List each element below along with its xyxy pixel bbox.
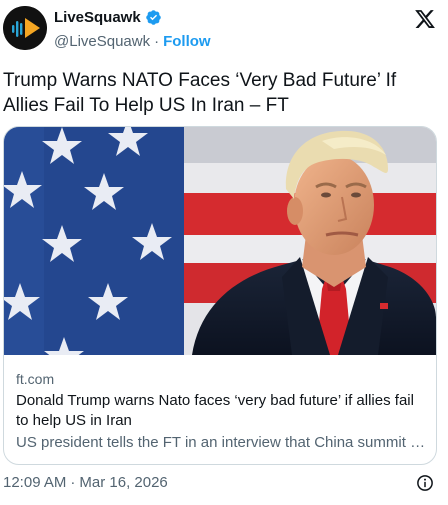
follow-button[interactable]: Follow — [163, 33, 211, 50]
author-handle[interactable]: @LiveSquawk — [54, 33, 150, 50]
author-display-name[interactable]: LiveSquawk — [54, 9, 141, 26]
tweet-embed: LiveSquawk @LiveSquawk · Follow Trump Wa… — [0, 0, 448, 505]
tweet-time[interactable]: 12:09 AM — [3, 474, 66, 491]
timestamp-separator: · — [70, 474, 76, 491]
card-domain: ft.com — [16, 371, 55, 387]
tweet-timestamp[interactable]: 12:09 AM · Mar 16, 2026 — [3, 474, 168, 491]
author-name-row[interactable]: LiveSquawk — [54, 9, 162, 26]
card-image[interactable] — [4, 127, 436, 355]
link-preview-card[interactable]: ft.com Donald Trump warns Nato faces ‘ve… — [3, 126, 437, 465]
verified-badge-icon — [145, 10, 161, 25]
card-title[interactable]: Donald Trump warns Nato faces ‘very bad … — [16, 391, 428, 431]
handle-separator: · — [154, 33, 160, 50]
livesquawk-play-logo-icon — [3, 6, 47, 50]
tweet-date[interactable]: Mar 16, 2026 — [79, 474, 167, 491]
x-logo-icon[interactable] — [414, 8, 436, 30]
tweet-text: Trump Warns NATO Faces ‘Very Bad Future’… — [3, 70, 397, 116]
card-text[interactable]: ft.com Donald Trump warns Nato faces ‘ve… — [16, 370, 428, 453]
info-circle-icon[interactable] — [416, 474, 434, 492]
author-handle-row: @LiveSquawk · Follow — [54, 33, 211, 50]
avatar[interactable] — [3, 6, 47, 50]
card-description: US president tells the FT in an intervie… — [16, 434, 426, 451]
